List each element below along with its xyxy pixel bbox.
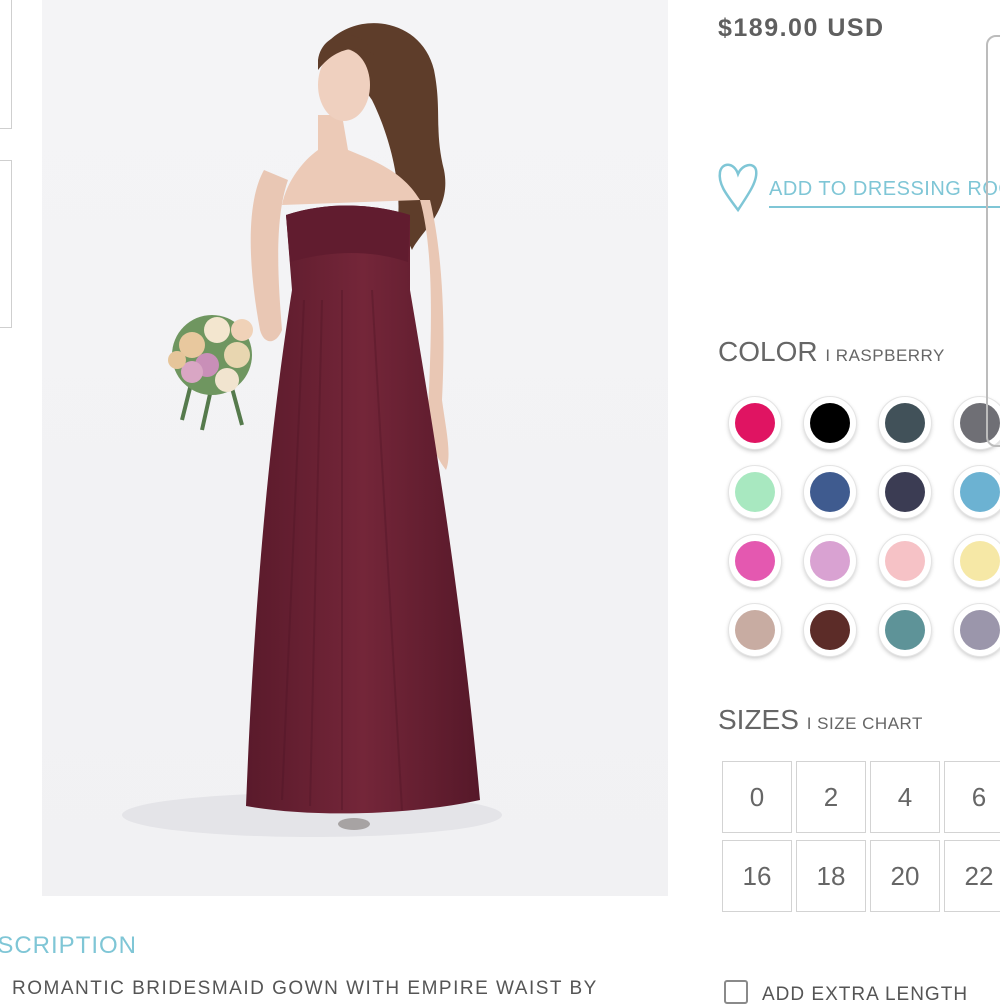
size-option[interactable]: 16	[722, 840, 792, 912]
color-swatch-fill	[810, 403, 850, 443]
sizes-heading: SIZES I SIZE CHART	[718, 704, 923, 736]
selected-color: I RASPBERRY	[825, 346, 945, 365]
color-swatch[interactable]	[729, 466, 781, 518]
description-text: ROMANTIC BRIDESMAID GOWN WITH EMPIRE WAI…	[12, 978, 598, 999]
product-photo	[42, 0, 668, 896]
color-swatch-fill	[735, 403, 775, 443]
color-swatch-fill	[960, 541, 1000, 581]
size-option[interactable]: 20	[870, 840, 940, 912]
color-swatch-fill	[810, 610, 850, 650]
add-to-dressing-room-label: ADD TO DRESSING ROOM	[769, 178, 1000, 200]
color-swatch-fill	[885, 541, 925, 581]
color-swatch[interactable]	[954, 466, 1000, 518]
color-label: COLOR	[718, 336, 818, 367]
scrollbar[interactable]	[986, 35, 1000, 447]
heart-icon	[718, 163, 758, 213]
color-swatch[interactable]	[729, 604, 781, 656]
size-option[interactable]: 2	[796, 761, 866, 833]
size-option[interactable]: 0	[722, 761, 792, 833]
color-swatch-fill	[735, 541, 775, 581]
color-swatch[interactable]	[804, 466, 856, 518]
size-option[interactable]: 4	[870, 761, 940, 833]
size-chart-link[interactable]: I SIZE CHART	[807, 714, 923, 733]
extra-length-checkbox[interactable]	[724, 980, 748, 1004]
color-swatch[interactable]	[729, 397, 781, 449]
color-swatch[interactable]	[954, 604, 1000, 656]
color-swatch-fill	[960, 472, 1000, 512]
color-swatch[interactable]	[729, 535, 781, 587]
color-swatch[interactable]	[879, 535, 931, 587]
color-swatch-fill	[810, 541, 850, 581]
color-heading: COLOR I RASPBERRY	[718, 336, 945, 368]
color-swatch[interactable]	[804, 535, 856, 587]
dressing-room-underline	[769, 206, 1000, 208]
color-swatch-fill	[960, 610, 1000, 650]
add-to-dressing-room-button[interactable]: ADD TO DRESSING ROOM	[716, 158, 1000, 218]
color-swatch-fill	[735, 472, 775, 512]
extra-length-option[interactable]: ADD EXTRA LENGTH	[724, 980, 968, 1006]
color-swatch[interactable]	[804, 397, 856, 449]
color-swatch-fill	[885, 610, 925, 650]
color-swatch-fill	[735, 610, 775, 650]
color-swatch[interactable]	[879, 466, 931, 518]
sizes-label: SIZES	[718, 704, 799, 735]
extra-length-label: ADD EXTRA LENGTH	[762, 984, 969, 1005]
thumbnail-previous[interactable]	[0, 0, 12, 129]
thumbnail-previous-2[interactable]	[0, 160, 12, 328]
color-swatch[interactable]	[954, 535, 1000, 587]
size-option[interactable]: 22	[944, 840, 1000, 912]
size-option[interactable]: 18	[796, 840, 866, 912]
product-price: $189.00 USD	[718, 14, 885, 42]
color-swatch-fill	[810, 472, 850, 512]
color-swatch[interactable]	[879, 604, 931, 656]
color-swatch-fill	[885, 403, 925, 443]
size-option[interactable]: 6	[944, 761, 1000, 833]
color-swatch-fill	[885, 472, 925, 512]
color-swatch[interactable]	[879, 397, 931, 449]
description-heading[interactable]: DESCRIPTION	[0, 932, 137, 960]
color-swatch[interactable]	[804, 604, 856, 656]
